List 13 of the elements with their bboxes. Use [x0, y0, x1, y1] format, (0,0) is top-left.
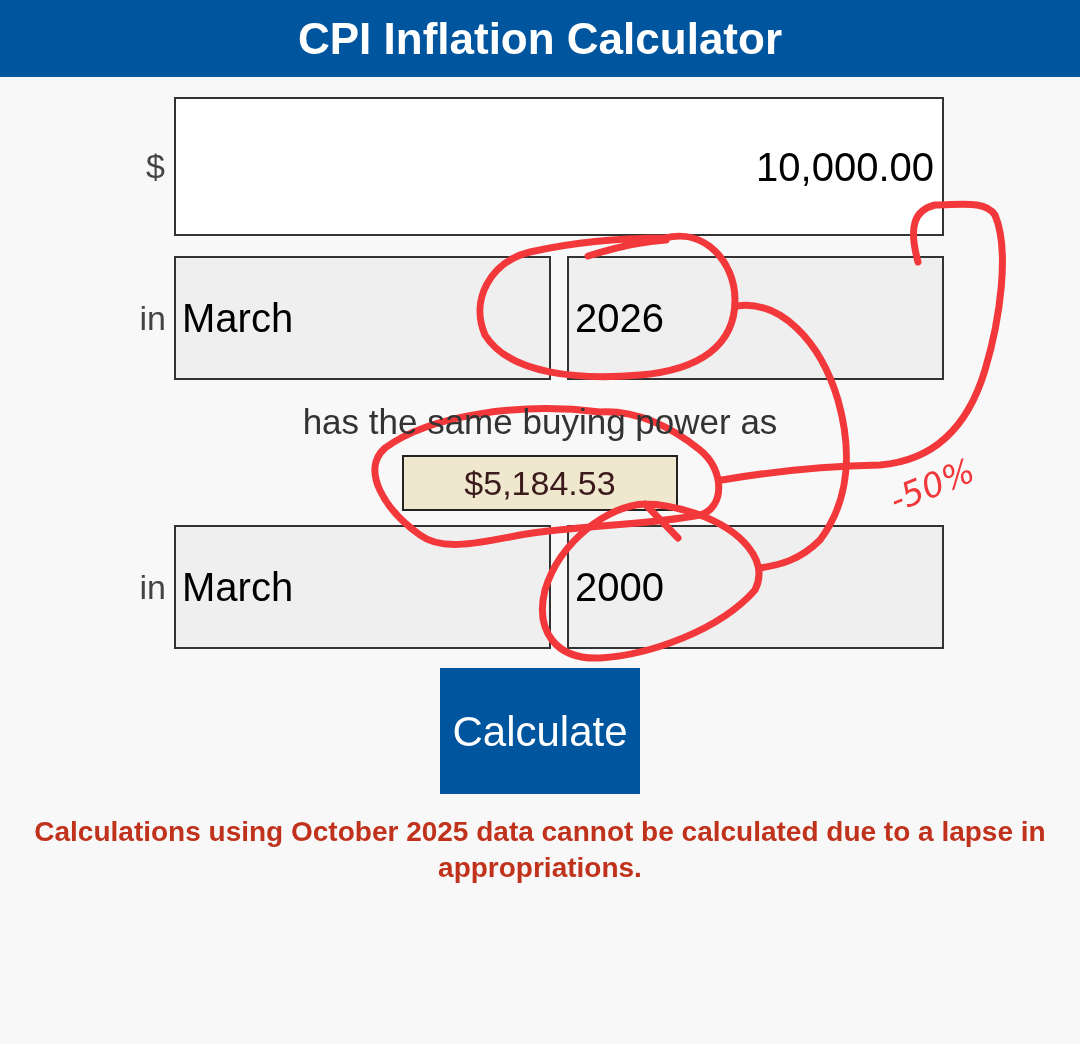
- page-title: CPI Inflation Calculator: [297, 16, 782, 61]
- result-value: $5,184.53: [402, 455, 678, 511]
- month-select[interactable]: March: [174, 256, 551, 380]
- handwritten-note: -50%: [884, 452, 979, 518]
- calculate-button[interactable]: Calculate: [440, 668, 640, 794]
- year-select[interactable]: 2000: [567, 525, 944, 649]
- date-label: in: [138, 297, 167, 339]
- year-select[interactable]: 2026: [567, 256, 944, 380]
- lapse-notice: Calculations using October 2025 data cannot be calculated due to a lapse in appropriations.: [33, 815, 1047, 885]
- month-select[interactable]: March: [174, 525, 551, 649]
- amount-field[interactable]: 10,000.00: [174, 97, 944, 236]
- date-label: in: [138, 566, 167, 608]
- currency-label: $: [145, 146, 166, 187]
